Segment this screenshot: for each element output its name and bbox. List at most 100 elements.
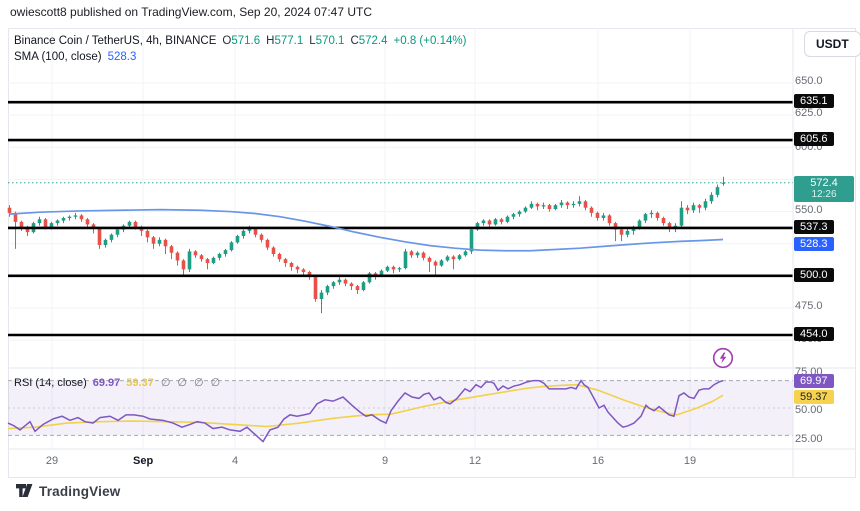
price-axis-label: 475.0: [795, 300, 823, 312]
candle-body: [698, 205, 702, 208]
ohlc-value: 577.1: [274, 35, 303, 47]
sma-legend-row[interactable]: SMA (100, close) 528.3: [14, 51, 136, 63]
candle-body: [86, 219, 90, 224]
candle-body: [182, 260, 186, 269]
time-axis-label[interactable]: 4: [225, 455, 245, 467]
candle-body: [302, 269, 306, 272]
last-price-badge[interactable]: 572.4 12:26: [794, 176, 854, 202]
tradingview-logo-text: TradingView: [39, 484, 120, 499]
rsi-value: 69.97: [93, 377, 121, 389]
candle-body: [608, 215, 612, 223]
candle-body: [320, 293, 324, 299]
candle-body: [446, 257, 450, 261]
price-axis-label: 25.00: [795, 433, 823, 445]
candle-body: [188, 251, 192, 269]
rsi-null-values: ∅∅∅∅: [154, 377, 220, 389]
candle-body: [62, 218, 66, 221]
candle-body: [332, 282, 336, 286]
last-price-value: 572.4: [798, 177, 850, 189]
candle-body: [356, 286, 360, 290]
candle-body: [146, 231, 150, 237]
candle-body: [224, 250, 228, 254]
candle-body: [218, 254, 222, 258]
candle-body: [662, 218, 666, 223]
candle-body: [386, 267, 390, 271]
currency-toggle-button[interactable]: USDT: [804, 31, 860, 57]
candle-body: [710, 195, 714, 201]
candle-body: [152, 237, 156, 243]
candle-body: [716, 187, 720, 195]
candle-body: [584, 201, 588, 207]
rsi-legend-row[interactable]: RSI (14, close)69.9759.37∅∅∅∅: [14, 376, 220, 389]
level-price-badge: 537.3: [794, 220, 834, 234]
candle-body: [602, 215, 606, 218]
price-chart-canvas[interactable]: [0, 0, 860, 511]
ohlc-value: 571.6: [231, 35, 260, 47]
time-axis-label[interactable]: 12: [465, 455, 485, 467]
ohlc-values: O571.6H577.1L570.1C572.4: [216, 35, 387, 47]
candle-body: [578, 201, 582, 204]
candle-body: [344, 280, 348, 284]
candle-body: [410, 251, 414, 255]
candle-body: [194, 251, 198, 255]
null-value-icon: ∅: [194, 377, 204, 389]
candle-body: [110, 235, 114, 240]
price-axis-label: 550.0: [795, 204, 823, 216]
candle-body: [464, 251, 468, 255]
sma-value: 528.3: [108, 51, 137, 63]
candle-body: [626, 231, 630, 235]
candle-body: [200, 255, 204, 259]
candle-body: [572, 204, 576, 205]
candle-body: [290, 263, 294, 267]
candle-body: [158, 240, 162, 244]
candle-body: [170, 246, 174, 252]
price-axis-label: 625.0: [795, 107, 823, 119]
candle-body: [650, 213, 654, 214]
candle-body: [656, 213, 660, 218]
candle-body: [128, 222, 132, 226]
candle-body: [434, 262, 438, 266]
candle-body: [254, 228, 258, 234]
change-value: +0.8 (+0.14%): [394, 35, 467, 47]
candle-body: [566, 203, 570, 206]
time-axis-label[interactable]: Sep: [133, 455, 153, 467]
flash-icon[interactable]: [711, 346, 735, 370]
candle-body: [500, 219, 504, 222]
candle-body: [350, 284, 354, 287]
candle-body: [230, 242, 234, 250]
null-value-icon: ∅: [211, 377, 221, 389]
time-axis-label[interactable]: 16: [588, 455, 608, 467]
candle-body: [98, 228, 102, 245]
candle-body: [518, 212, 522, 215]
candle-body: [116, 230, 120, 235]
candle-body: [452, 257, 456, 260]
ohlc-value: 570.1: [316, 35, 345, 47]
candle-body: [272, 248, 276, 254]
candle-body: [80, 215, 84, 219]
null-value-icon: ∅: [161, 377, 171, 389]
candle-body: [644, 214, 648, 220]
time-axis-label[interactable]: 19: [680, 455, 700, 467]
rsi-ma-value: 59.37: [126, 377, 154, 389]
rsi-label: RSI (14, close): [14, 377, 87, 389]
candle-body: [398, 268, 402, 269]
candle-body: [596, 213, 600, 218]
tradingview-attribution[interactable]: TradingView: [16, 484, 120, 499]
sma-label: SMA (100, close): [14, 51, 102, 63]
time-axis-label[interactable]: 9: [375, 455, 395, 467]
level-price-badge: 635.1: [794, 94, 834, 108]
candle-body: [680, 208, 684, 226]
candle-body: [278, 254, 282, 259]
candle-body: [488, 221, 492, 225]
candle-body: [266, 240, 270, 248]
candle-body: [296, 267, 300, 270]
symbol-legend-row[interactable]: Binance Coin / TetherUS, 4h, BINANCEO571…: [14, 35, 466, 47]
rsi-value-badge: 69.97: [794, 374, 834, 388]
level-price-badge: 605.6: [794, 132, 834, 146]
candle-body: [542, 205, 546, 206]
candle-body: [416, 253, 420, 256]
price-axis-label: 650.0: [795, 75, 823, 87]
candle-body: [692, 205, 696, 210]
time-axis-label[interactable]: 29: [42, 455, 62, 467]
candle-body: [212, 258, 216, 263]
